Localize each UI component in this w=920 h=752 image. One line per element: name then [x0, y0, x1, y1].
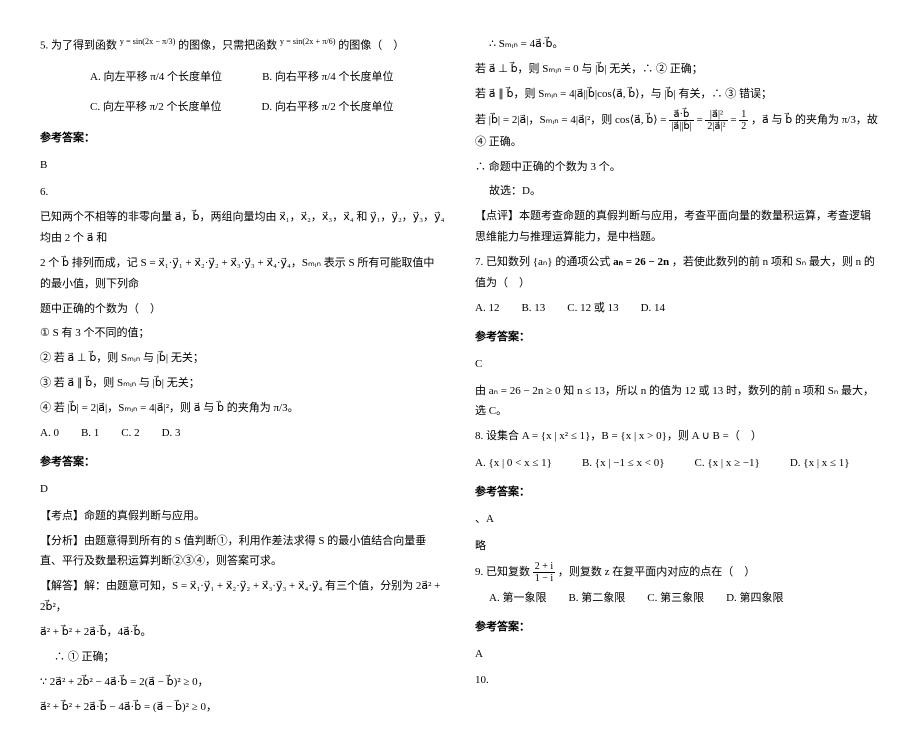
q5-opt-d: D. 向右平移 π/2 个长度单位 [261, 97, 393, 118]
q8-opt-b: B. {x | −1 ≤ x < 0} [582, 453, 665, 474]
q6-answer: D [40, 479, 445, 500]
q8-answer: 、A [475, 509, 880, 530]
q9-answer: A [475, 644, 880, 665]
q7-text-a: 7. 已知数列 {aₙ} 的通项公式 [475, 256, 613, 268]
c6: 故选：D。 [489, 181, 880, 202]
q5-text-b: 的图像，只需把函数 [178, 40, 277, 52]
q9-formula: 2 + i1 − i [533, 561, 555, 584]
q8-answer-label: 参考答案： [475, 482, 880, 503]
q6-jd2: a⃗² + b⃗² + 2a⃗·b⃗，4a⃗·b⃗。 [40, 622, 445, 643]
right-column: ∴ Sₘᵢₙ = 4a⃗·b⃗。 若 a⃗ ⊥ b⃗，则 Sₘᵢₙ = 0 与 … [475, 30, 880, 722]
frac-3: 12 [739, 109, 748, 132]
q7-stem: 7. 已知数列 {aₙ} 的通项公式 aₙ = 26 − 2n ，若使此数列的前… [475, 252, 880, 294]
q6-p3: 题中正确的个数为（ ） [40, 299, 445, 320]
c1: ∴ Sₘᵢₙ = 4a⃗·b⃗。 [489, 34, 880, 55]
q6-jd3: ∴ ① 正确； [54, 647, 445, 668]
q8-opt-c: C. {x | x ≥ −1} [695, 453, 760, 474]
left-column: 5. 为了得到函数 y = sin(2x − π/3) 的图像，只需把函数 y … [40, 30, 445, 722]
q10-number: 10. [475, 670, 880, 691]
q8-opt-d: D. {x | x ≤ 1} [790, 453, 850, 474]
q9-options: A. 第一象限 B. 第二象限 C. 第三象限 D. 第四象限 [489, 588, 880, 609]
q6-p1: 已知两个不相等的非零向量 a⃗，b⃗，两组向量均由 x⃗₁，x⃗₂，x⃗₃，x⃗… [40, 207, 445, 249]
q9-text-a: 9. 已知复数 [475, 566, 533, 578]
q6-s4: ④ 若 |b⃗| = 2|a⃗|，Sₘᵢₙ = 4|a⃗|²，则 a⃗ 与 b⃗… [40, 398, 445, 419]
q8-solution: 略 [475, 536, 880, 557]
frac-2: |a⃗|²2|a⃗|² [705, 109, 727, 132]
c4a: 若 |b⃗| = 2|a⃗|，Sₘᵢₙ = 4|a⃗|²，则 cos⟨a⃗, b… [475, 114, 669, 126]
q9-answer-label: 参考答案： [475, 617, 880, 638]
q8-options: A. {x | 0 < x ≤ 1} B. {x | −1 ≤ x < 0} C… [475, 453, 880, 474]
q6-kaodian: 【考点】命题的真假判断与应用。 [40, 506, 445, 527]
c7: 【点评】本题考查命题的真假判断与应用，考查平面向量的数量积运算，考查逻辑思维能力… [475, 206, 880, 248]
q6-s2: ② 若 a⃗ ⊥ b⃗，则 Sₘᵢₙ 与 |b⃗| 无关； [40, 348, 445, 369]
q6-answer-label: 参考答案： [40, 452, 445, 473]
q5-stem: 5. 为了得到函数 y = sin(2x − π/3) 的图像，只需把函数 y … [40, 34, 445, 57]
q5-formula-2: y = sin(2x + π/6) [280, 37, 336, 46]
c5: ∴ 命题中正确的个数为 3 个。 [475, 157, 880, 178]
q7-options: A. 12 B. 13 C. 12 或 13 D. 14 [475, 298, 880, 319]
q6-s1: ① S 有 3 个不同的值； [40, 323, 445, 344]
page: 5. 为了得到函数 y = sin(2x − π/3) 的图像，只需把函数 y … [40, 30, 880, 722]
q5-text-a: 5. 为了得到函数 [40, 40, 117, 52]
q7-formula: aₙ = 26 − 2n [613, 256, 669, 268]
q6-jd5: a⃗² + b⃗² + 2a⃗·b⃗ − 4a⃗·b⃗ = (a⃗ − b⃗)²… [40, 697, 445, 718]
q9-text-b: ，则复数 z 在复平面内对应的点在（ ） [558, 566, 755, 578]
q5-formula-1: y = sin(2x − π/3) [120, 37, 176, 46]
c3: 若 a⃗ ∥ b⃗，则 Sₘᵢₙ = 4|a⃗||b⃗|cos⟨a⃗, b⃗⟩，… [475, 84, 880, 105]
q7-answer: C [475, 354, 880, 375]
q8-opt-a: A. {x | 0 < x ≤ 1} [475, 453, 552, 474]
q5-opt-c: C. 向左平移 π/2 个长度单位 [90, 97, 221, 118]
q6-number: 6. [40, 182, 445, 203]
q6-s3: ③ 若 a⃗ ∥ b⃗，则 Sₘᵢₙ 与 |b⃗| 无关； [40, 373, 445, 394]
q6-fenxi: 【分析】由题意得到所有的 S 值判断①，利用作差法求得 S 的最小值结合向量垂直… [40, 531, 445, 573]
c2: 若 a⃗ ⊥ b⃗，则 Sₘᵢₙ = 0 与 |b⃗| 无关，∴ ② 正确； [475, 59, 880, 80]
c4: 若 |b⃗| = 2|a⃗|，Sₘᵢₙ = 4|a⃗|²，则 cos⟨a⃗, b… [475, 109, 880, 153]
q5-opt-b: B. 向右平移 π/4 个长度单位 [262, 67, 393, 88]
q5-answer: B [40, 155, 445, 176]
q6-p2: 2 个 b⃗ 排列而成，记 S = x⃗₁·y⃗₁ + x⃗₂·y⃗₂ + x⃗… [40, 253, 445, 295]
q7-answer-label: 参考答案： [475, 327, 880, 348]
q6-options: A. 0 B. 1 C. 2 D. 3 [40, 423, 445, 444]
q6-jd1: 【解答】解：由题意可知，S = x⃗₁·y⃗₁ + x⃗₂·y⃗₂ + x⃗₃·… [40, 576, 445, 618]
q5-answer-label: 参考答案： [40, 128, 445, 149]
frac-1: a⃗·b⃗|a⃗||b⃗| [669, 109, 693, 132]
q9-stem: 9. 已知复数 2 + i1 − i ，则复数 z 在复平面内对应的点在（ ） [475, 561, 880, 584]
q6-jd4: ∵ 2a⃗² + 2b⃗² − 4a⃗·b⃗ = 2(a⃗ − b⃗)² ≥ 0… [40, 672, 445, 693]
q8-stem: 8. 设集合 A = {x | x² ≤ 1}，B = {x | x > 0}，… [475, 426, 880, 447]
q5-text-c: 的图像（ ） [338, 40, 404, 52]
q5-options-row2: C. 向左平移 π/2 个长度单位 D. 向右平移 π/2 个长度单位 [90, 97, 445, 118]
q5-opt-a: A. 向左平移 π/4 个长度单位 [90, 67, 222, 88]
q5-options: A. 向左平移 π/4 个长度单位 B. 向右平移 π/4 个长度单位 [90, 67, 445, 88]
q7-solution: 由 aₙ = 26 − 2n ≥ 0 知 n ≤ 13，所以 n 的值为 12 … [475, 381, 880, 423]
